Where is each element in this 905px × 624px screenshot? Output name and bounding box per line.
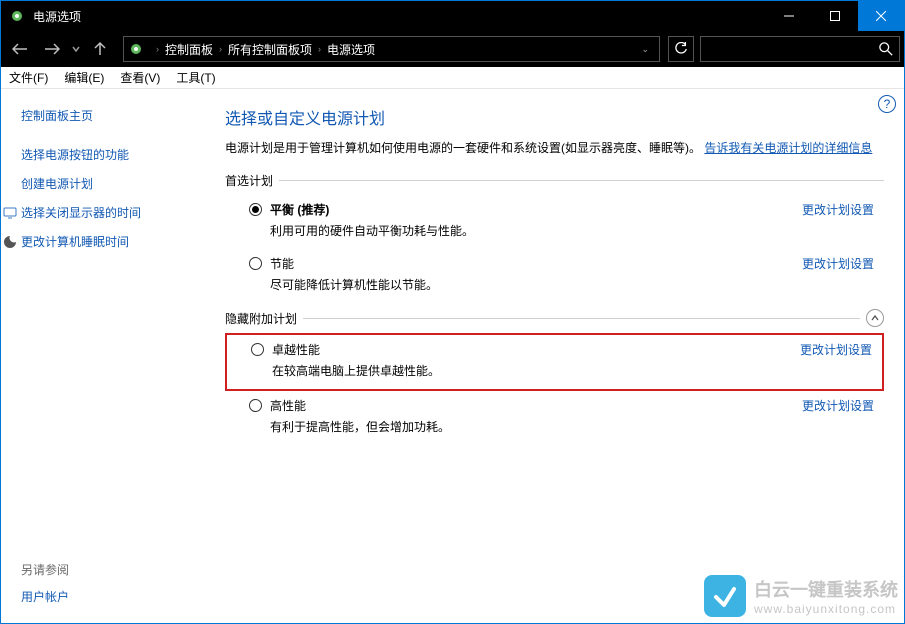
title-bar: 电源选项 bbox=[1, 1, 904, 31]
chevron-right-icon: › bbox=[156, 44, 159, 54]
plan-name[interactable]: 卓越性能 bbox=[272, 341, 320, 358]
app-icon bbox=[9, 8, 25, 24]
plan-name[interactable]: 节能 bbox=[270, 255, 294, 272]
back-button[interactable] bbox=[5, 34, 35, 64]
radio-saver[interactable] bbox=[249, 257, 262, 270]
breadcrumb-item[interactable]: 电源选项 bbox=[327, 41, 375, 58]
learn-more-link[interactable]: 告诉我有关电源计划的详细信息 bbox=[704, 141, 872, 155]
plan-balanced: 平衡 (推荐) 更改计划设置 利用可用的硬件自动平衡功耗与性能。 bbox=[225, 195, 884, 249]
page-description: 电源计划是用于管理计算机如何使用电源的一套硬件和系统设置(如显示器亮度、睡眠等)… bbox=[225, 139, 884, 158]
sidebar-sleep-time[interactable]: 更改计算机睡眠时间 bbox=[21, 233, 199, 250]
forward-button[interactable] bbox=[37, 34, 67, 64]
see-also-label: 另请参阅 bbox=[21, 561, 69, 578]
sidebar-display-off[interactable]: 选择关闭显示器的时间 bbox=[21, 204, 199, 221]
radio-high[interactable] bbox=[249, 399, 262, 412]
watermark: 白云一键重装系统 www.baiyunxitong.com bbox=[704, 575, 898, 617]
collapse-button[interactable] bbox=[866, 309, 884, 327]
plan-desc: 尽可能降低计算机性能以节能。 bbox=[270, 276, 874, 293]
chevron-down-icon[interactable]: ⌄ bbox=[641, 44, 649, 55]
recent-button[interactable] bbox=[69, 34, 83, 64]
watermark-brand: 白云一键重装系统 bbox=[754, 576, 898, 602]
plan-name[interactable]: 平衡 (推荐) bbox=[270, 201, 329, 218]
chevron-right-icon: › bbox=[219, 44, 222, 54]
close-button[interactable] bbox=[858, 1, 904, 31]
plan-desc: 有利于提高性能，但会增加功耗。 bbox=[270, 418, 874, 435]
change-plan-settings-link[interactable]: 更改计划设置 bbox=[802, 201, 874, 218]
watermark-url: www.baiyunxitong.com bbox=[754, 602, 898, 616]
plan-saver: 节能 更改计划设置 尽可能降低计算机性能以节能。 bbox=[225, 249, 884, 303]
menu-edit[interactable]: 编辑(E) bbox=[56, 69, 112, 86]
sidebar-create-plan[interactable]: 创建电源计划 bbox=[21, 175, 199, 192]
refresh-button[interactable] bbox=[668, 36, 694, 62]
main-panel: 选择或自定义电源计划 电源计划是用于管理计算机如何使用电源的一套硬件和系统设置(… bbox=[211, 89, 904, 623]
nav-bar: › 控制面板 › 所有控制面板项 › 电源选项 ⌄ bbox=[1, 31, 904, 67]
page-heading: 选择或自定义电源计划 bbox=[225, 105, 884, 129]
sidebar: 控制面板主页 选择电源按钮的功能 创建电源计划 选择关闭显示器的时间 更改计算机… bbox=[1, 89, 211, 623]
section-additional: 隐藏附加计划 bbox=[225, 309, 884, 327]
radio-ultimate[interactable] bbox=[251, 343, 264, 356]
minimize-button[interactable] bbox=[766, 1, 812, 31]
moon-icon bbox=[3, 235, 17, 249]
see-also-link[interactable]: 用户帐户 bbox=[21, 588, 69, 605]
menu-file[interactable]: 文件(F) bbox=[1, 69, 56, 86]
breadcrumb-item[interactable]: 所有控制面板项 bbox=[228, 41, 312, 58]
change-plan-settings-link[interactable]: 更改计划设置 bbox=[800, 341, 872, 358]
sidebar-home[interactable]: 控制面板主页 bbox=[21, 107, 199, 124]
menu-bar: 文件(F) 编辑(E) 查看(V) 工具(T) bbox=[1, 67, 904, 89]
menu-tools[interactable]: 工具(T) bbox=[168, 69, 223, 86]
breadcrumb[interactable]: › 控制面板 › 所有控制面板项 › 电源选项 ⌄ bbox=[123, 36, 660, 62]
window-controls bbox=[766, 1, 904, 31]
plan-desc: 在较高端电脑上提供卓越性能。 bbox=[272, 362, 872, 379]
search-input[interactable] bbox=[700, 36, 900, 62]
plan-name[interactable]: 高性能 bbox=[270, 397, 306, 414]
monitor-icon bbox=[3, 206, 17, 220]
plan-high: 高性能 更改计划设置 有利于提高性能，但会增加功耗。 bbox=[225, 391, 884, 445]
plan-ultimate: 卓越性能 更改计划设置 在较高端电脑上提供卓越性能。 bbox=[225, 333, 884, 391]
change-plan-settings-link[interactable]: 更改计划设置 bbox=[802, 255, 874, 272]
chevron-right-icon: › bbox=[318, 44, 321, 54]
help-icon[interactable]: ? bbox=[878, 95, 896, 113]
breadcrumb-icon bbox=[128, 41, 144, 57]
change-plan-settings-link[interactable]: 更改计划设置 bbox=[802, 397, 874, 414]
up-button[interactable] bbox=[85, 34, 115, 64]
section-preferred: 首选计划 bbox=[225, 172, 884, 189]
maximize-button[interactable] bbox=[812, 1, 858, 31]
sidebar-button-behavior[interactable]: 选择电源按钮的功能 bbox=[21, 146, 199, 163]
radio-balanced[interactable] bbox=[249, 203, 262, 216]
window-title: 电源选项 bbox=[33, 8, 766, 25]
breadcrumb-item[interactable]: 控制面板 bbox=[165, 41, 213, 58]
watermark-logo-icon bbox=[704, 575, 746, 617]
plan-desc: 利用可用的硬件自动平衡功耗与性能。 bbox=[270, 222, 874, 239]
menu-view[interactable]: 查看(V) bbox=[112, 69, 168, 86]
